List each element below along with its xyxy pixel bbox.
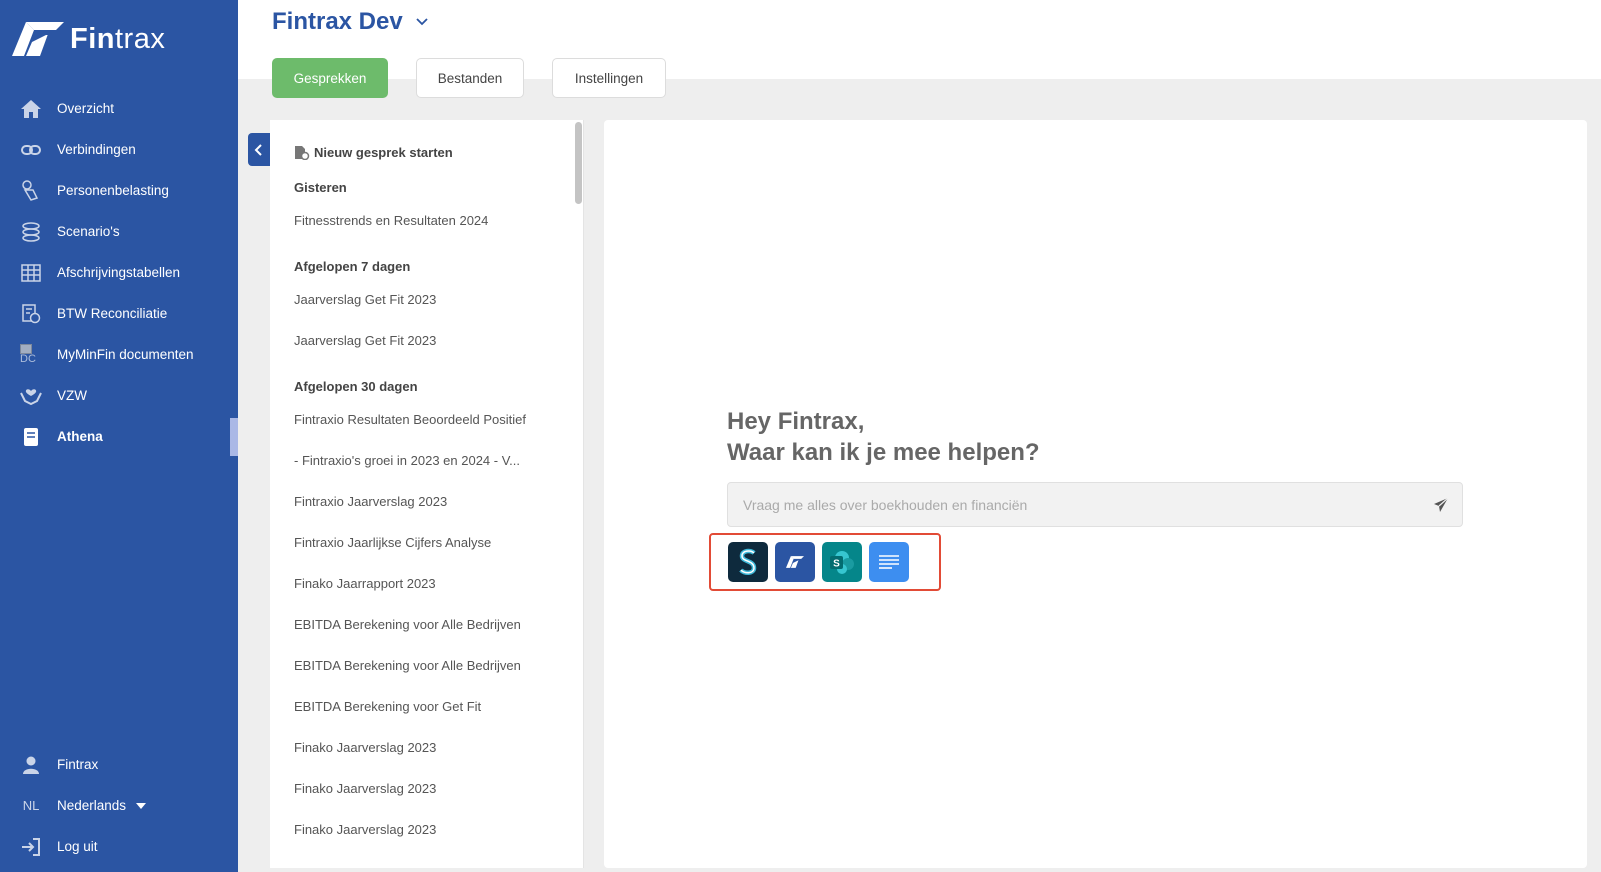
chat-input[interactable] [728,483,1462,526]
tab-bestanden[interactable]: Bestanden [416,58,524,98]
history-item[interactable]: Jaarverslag Get Fit 2023 [294,279,549,320]
link-icon [20,139,42,161]
send-icon [1434,498,1448,512]
table-icon [20,262,42,284]
greeting-line-1: Hey Fintrax, [727,408,865,435]
new-file-icon [295,145,310,160]
history-item[interactable]: Finako Jaarrapport 2023 [294,563,549,604]
scrollbar[interactable] [575,122,582,204]
chat-input-container [727,482,1463,527]
language-selector[interactable]: NL Nederlands [0,785,238,826]
sidebar-item-label: Verbindingen [57,142,136,157]
history-item[interactable]: Finako Jaarverslag 2023 [294,809,549,850]
sidebar-item-myminfin-documenten[interactable]: DC MyMinFin documenten [0,334,238,375]
conversation-history: Nieuw gesprek starten Gisteren Fitnesstr… [270,120,584,868]
history-item[interactable]: EBITDA Berekening voor Alle Bedrijven [294,604,549,645]
sidebar-item-label: Personenbelasting [57,183,169,198]
sidebar-nav: Overzicht Verbindingen Personenbelasting… [0,88,238,457]
source-selector: S [709,533,941,591]
history-item[interactable]: Finako Jaarverslag 2023 [294,768,549,809]
user-name: Fintrax [57,757,99,772]
language-label: Nederlands [57,798,127,813]
logout-button[interactable]: Log uit [0,826,238,867]
sharepoint-icon[interactable]: S [822,542,862,582]
page-title: Fintrax Dev [272,8,403,35]
sidebar-item-label: Athena [57,429,103,444]
caret-down-icon [136,802,147,809]
sidebar-item-label: Overzicht [57,101,115,116]
sidebar-item-verbindingen[interactable]: Verbindingen [0,129,238,170]
sidebar-item-btw-reconciliatie[interactable]: BTW Reconciliatie [0,293,238,334]
sidebar-item-label: Scenario's [57,224,120,239]
history-group-title: Gisteren [294,180,347,195]
sidebar-item-scenarios[interactable]: Scenario's [0,211,238,252]
sidebar-item-label: MyMinFin documenten [57,347,194,362]
s-app-icon[interactable] [728,542,768,582]
workspace-selector[interactable]: Fintrax Dev [272,8,429,36]
svg-text:S: S [833,559,840,570]
history-item[interactable]: EBITDA Berekening voor Alle Bedrijven [294,645,549,686]
history-group-title: Afgelopen 30 dagen [294,379,418,394]
document-icon[interactable] [869,542,909,582]
send-button[interactable] [1432,496,1450,514]
chevron-left-icon [254,143,262,156]
logo-text: Fintrax [70,22,166,55]
sidebar-item-label: VZW [57,388,87,403]
chat-greeting: Hey Fintrax, Waar kan ik je mee helpen? [727,406,1040,468]
logout-icon [20,836,42,858]
sidebar-item-personenbelasting[interactable]: Personenbelasting [0,170,238,211]
fintrax-logo-icon [12,22,64,56]
chat-panel: Hey Fintrax, Waar kan ik je mee helpen? … [604,120,1587,868]
sidebar-item-athena[interactable]: Athena [0,416,238,457]
tab-instellingen[interactable]: Instellingen [552,58,666,98]
tab-gesprekken[interactable]: Gesprekken [272,58,388,98]
sidebar-item-label: BTW Reconciliatie [57,306,168,321]
history-item[interactable]: Fintraxio Jaarlijkse Cijfers Analyse [294,522,549,563]
history-item[interactable]: Fintraxio Jaarverslag 2023 [294,481,549,522]
sidebar-bottom: Fintrax NL Nederlands Log uit [0,744,238,867]
greeting-line-2: Waar kan ik je mee helpen? [727,439,1040,466]
chevron-down-icon [416,18,428,26]
language-code: NL [22,798,40,813]
sidebar-item-overzicht[interactable]: Overzicht [0,88,238,129]
new-chat-button[interactable]: Nieuw gesprek starten [294,145,453,160]
fintrax-logo[interactable]: Fintrax [12,22,165,56]
history-item[interactable]: Fintraxio Resultaten Beoordeeld Positief [294,399,549,440]
sidebar-item-vzw[interactable]: VZW [0,375,238,416]
sidebar-item-label: Afschrijvingstabellen [57,265,181,280]
user-icon [20,754,42,776]
history-item[interactable]: Finako Jaarverslag 2023 [294,727,549,768]
header: Fintrax Dev Gesprekken Bestanden Instell… [238,0,1601,98]
broken-image-alt: DC [20,353,36,365]
history-list: Gisteren Fitnesstrends en Resultaten 202… [294,176,549,850]
logout-label: Log uit [57,839,98,854]
sidebar: Fintrax Overzicht Verbindingen Personenb… [0,0,238,872]
history-item[interactable]: - Fintraxio's groei in 2023 en 2024 - V.… [294,440,549,481]
book-icon [20,426,42,448]
history-item[interactable]: EBITDA Berekening voor Get Fit [294,686,549,727]
history-item[interactable]: Jaarverslag Get Fit 2023 [294,320,549,361]
history-item[interactable]: Fitnesstrends en Resultaten 2024 [294,200,549,241]
collapse-history-button[interactable] [248,133,270,166]
tab-bar: Gesprekken Bestanden Instellingen [272,58,694,98]
hand-coin-icon [20,179,42,202]
tax-icon [20,303,42,325]
fintrax-icon[interactable] [775,542,815,582]
history-group-title: Afgelopen 7 dagen [294,259,411,274]
hands-heart-icon [20,385,42,407]
new-chat-label: Nieuw gesprek starten [314,145,453,160]
sidebar-item-afschrijvingstabellen[interactable]: Afschrijvingstabellen [0,252,238,293]
divider [583,120,584,868]
broken-image-icon: DC [20,344,42,366]
home-icon [20,98,42,120]
user-menu[interactable]: Fintrax [0,744,238,785]
coins-icon [20,221,42,243]
